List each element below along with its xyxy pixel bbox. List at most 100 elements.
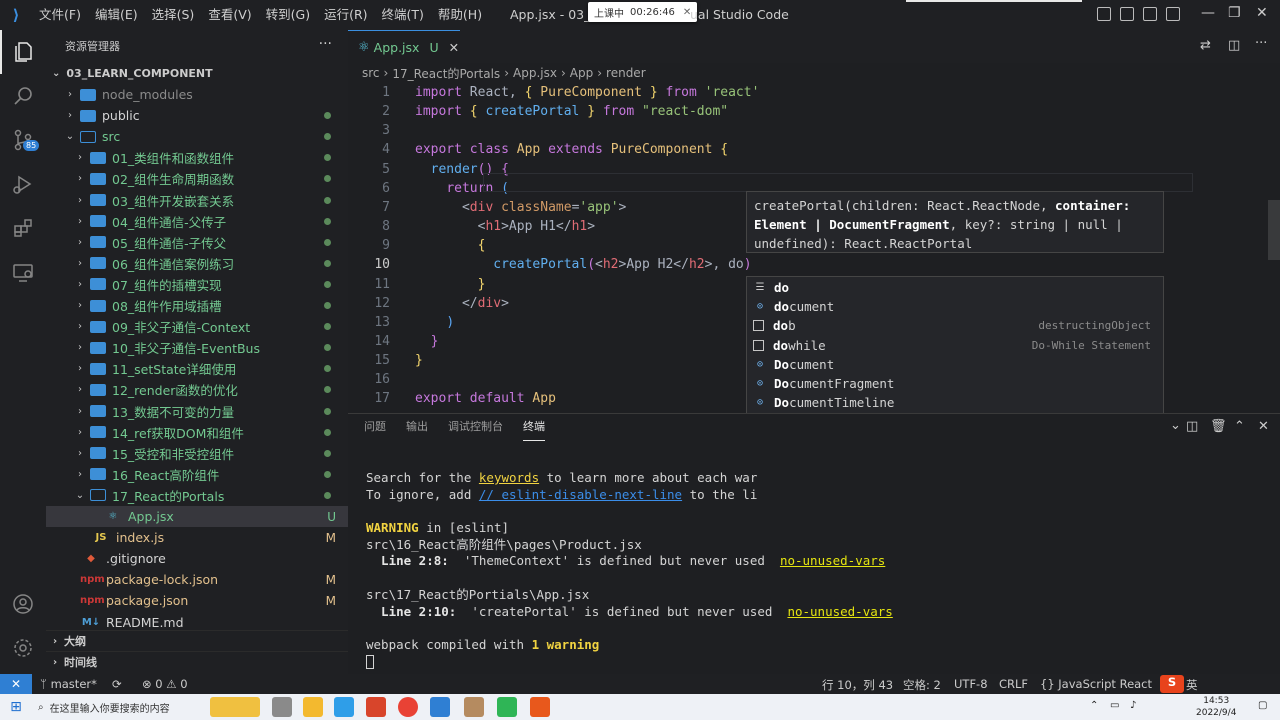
terminal-link[interactable]: keywords: [479, 470, 539, 485]
taskbar-search[interactable]: ⌕ 在这里输入你要搜索的内容: [32, 694, 202, 720]
menu-item[interactable]: 帮助(H): [431, 0, 489, 30]
tree-item[interactable]: › 02_组件生命周期函数: [46, 168, 348, 189]
terminal-link[interactable]: no-unused-vars: [780, 553, 885, 568]
suggestion-item[interactable]: ☰ do: [747, 278, 1163, 297]
network-icon[interactable]: ▭: [1110, 700, 1119, 711]
command-center[interactable]: [906, 0, 1082, 2]
volume-icon[interactable]: ♪: [1130, 700, 1136, 711]
extensions-icon[interactable]: [0, 206, 46, 250]
terminal-link[interactable]: // eslint-disable-next-line: [479, 487, 682, 502]
maximize-panel-icon[interactable]: ⌃: [1234, 419, 1245, 434]
problems-status[interactable]: ⊗ 0 ⚠ 0: [142, 677, 188, 691]
tree-item[interactable]: ⚛ App.jsx U: [46, 506, 348, 527]
outline-section[interactable]: › 大纲: [46, 630, 348, 651]
breadcrumb-item[interactable]: render: [606, 66, 646, 80]
tree-item[interactable]: › 11_setState详细使用: [46, 358, 348, 379]
menu-item[interactable]: 编辑(E): [88, 0, 145, 30]
close-panel-icon[interactable]: ✕: [1258, 419, 1269, 434]
ime-mode[interactable]: 英: [1186, 677, 1198, 693]
vscode-taskbar-icon[interactable]: [430, 697, 450, 717]
chrome-icon[interactable]: [398, 697, 418, 717]
split-terminal-icon[interactable]: ◫: [1186, 419, 1198, 434]
toggle-secondary-sidebar-icon[interactable]: [1143, 7, 1157, 21]
run-debug-icon[interactable]: [0, 162, 46, 206]
tree-item[interactable]: › 03_组件开发嵌套关系: [46, 190, 348, 211]
tree-item[interactable]: ⌄ 17_React的Portals: [46, 485, 348, 506]
tree-item[interactable]: › public: [46, 105, 348, 126]
tree-item[interactable]: ⌄ src: [46, 126, 348, 147]
eol-status[interactable]: CRLF: [999, 677, 1028, 691]
branch-status[interactable]: ᛘ master*: [40, 677, 97, 691]
close-window-icon[interactable]: ✕: [1256, 5, 1268, 21]
cursor-position[interactable]: 行 10，列 43: [822, 677, 893, 693]
tree-item[interactable]: › 14_ref获取DOM和组件: [46, 422, 348, 443]
cortana-icon[interactable]: [210, 697, 260, 717]
chevron-down-icon[interactable]: ⌄: [1170, 418, 1181, 433]
recorder-icon[interactable]: [530, 697, 550, 717]
search-icon[interactable]: [0, 74, 46, 118]
customize-layout-icon[interactable]: [1166, 7, 1180, 21]
tree-item[interactable]: › 04_组件通信-父传子: [46, 211, 348, 232]
language-mode[interactable]: {} JavaScript React: [1040, 677, 1152, 691]
tree-item[interactable]: › 10_非父子通信-EventBus: [46, 337, 348, 358]
suggestion-item[interactable]: ⊙ document: [747, 297, 1163, 316]
task-view-icon[interactable]: [272, 697, 292, 717]
source-control-icon[interactable]: 85: [0, 118, 46, 162]
menu-item[interactable]: 查看(V): [201, 0, 258, 30]
minimize-icon[interactable]: —: [1201, 5, 1215, 21]
panel-tab[interactable]: 输出: [406, 414, 428, 440]
explorer-icon[interactable]: [0, 30, 46, 74]
tree-item[interactable]: › 12_render函数的优化: [46, 379, 348, 400]
close-icon[interactable]: ✕: [449, 40, 459, 55]
menu-item[interactable]: 选择(S): [145, 0, 202, 30]
suggestion-item[interactable]: ⊙ Document: [747, 355, 1163, 374]
tree-item[interactable]: › 15_受控和非受控组件: [46, 443, 348, 464]
menu-item[interactable]: 运行(R): [317, 0, 374, 30]
account-icon[interactable]: [0, 582, 46, 626]
trash-icon[interactable]: 🗑: [1210, 419, 1227, 434]
indentation-status[interactable]: 空格: 2: [903, 677, 941, 693]
windows-start-icon[interactable]: ⊞: [0, 694, 32, 720]
tree-item[interactable]: npm package-lock.json M: [46, 569, 348, 590]
taskbar-clock[interactable]: 14:53 2022/9/4: [1196, 695, 1236, 719]
breadcrumb-item[interactable]: App: [570, 66, 593, 80]
toggle-sidebar-icon[interactable]: [1097, 7, 1111, 21]
more-actions-icon[interactable]: ···: [319, 36, 332, 52]
terminal-output[interactable]: Search for the keywords to learn more ab…: [366, 470, 893, 670]
sogou-ime-icon[interactable]: S: [1160, 675, 1184, 693]
tree-item[interactable]: › 08_组件作用域插槽: [46, 295, 348, 316]
camtasia-icon[interactable]: [497, 697, 517, 717]
menu-item[interactable]: 转到(G): [259, 0, 317, 30]
tree-item[interactable]: › 16_React高阶组件: [46, 464, 348, 485]
toggle-panel-icon[interactable]: [1120, 7, 1134, 21]
more-actions-icon[interactable]: ···: [1255, 36, 1267, 51]
breadcrumb-item[interactable]: src: [362, 66, 380, 80]
split-editor-icon[interactable]: ◫: [1228, 38, 1240, 53]
encoding-status[interactable]: UTF-8: [954, 677, 988, 691]
panel-tab[interactable]: 终端: [523, 414, 545, 441]
suggestion-item[interactable]: dob destructingObject: [747, 316, 1163, 335]
panel-tab[interactable]: 问题: [364, 414, 386, 440]
suggestion-item[interactable]: ⊙ DocumentTimeline: [747, 393, 1163, 412]
remote-indicator-icon[interactable]: ✕: [0, 674, 32, 694]
powerpoint-icon[interactable]: [366, 697, 386, 717]
settings-gear-icon[interactable]: [0, 626, 46, 670]
terminal-link[interactable]: no-unused-vars: [787, 604, 892, 619]
remote-explorer-icon[interactable]: [0, 250, 46, 294]
tree-item[interactable]: ◆ .gitignore: [46, 548, 348, 569]
suggestion-item[interactable]: dowhile Do-While Statement: [747, 336, 1163, 355]
menu-item[interactable]: 文件(F): [32, 0, 88, 30]
file-explorer-icon[interactable]: [303, 697, 323, 717]
restore-icon[interactable]: ❐: [1228, 5, 1241, 21]
tree-item[interactable]: JS index.js M: [46, 527, 348, 548]
tab-app-jsx[interactable]: ⚛ App.jsx U ✕: [348, 30, 460, 63]
tree-item[interactable]: › node_modules: [46, 84, 348, 105]
avatar-app-icon[interactable]: [464, 697, 484, 717]
breadcrumb-item[interactable]: 17_React的Portals: [392, 65, 500, 82]
tree-item[interactable]: › 05_组件通信-子传父: [46, 232, 348, 253]
panel-tab[interactable]: 调试控制台: [448, 414, 503, 440]
edge-icon[interactable]: [334, 697, 354, 717]
timeline-section[interactable]: › 时间线: [46, 651, 348, 672]
tree-item[interactable]: › 06_组件通信案例练习: [46, 253, 348, 274]
scrollbar-thumb[interactable]: [1268, 200, 1280, 260]
